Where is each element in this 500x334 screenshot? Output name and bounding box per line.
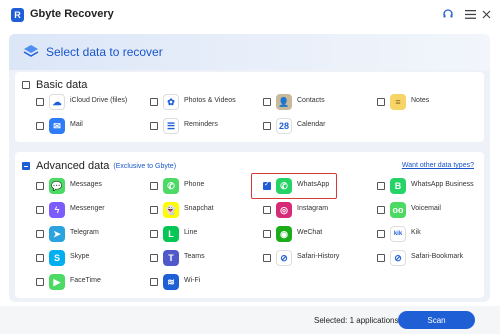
item-checkbox[interactable] — [150, 182, 158, 190]
item-checkbox[interactable] — [377, 206, 385, 214]
item-checkbox[interactable] — [150, 122, 158, 130]
recover-layers-icon — [22, 43, 40, 59]
item-checkbox[interactable] — [36, 278, 44, 286]
contacts-icon: 👤 — [276, 94, 292, 110]
cloud-icon: ☁ — [49, 94, 65, 110]
item-label: Snapchat — [184, 205, 214, 212]
wechat-icon: ◉ — [276, 226, 292, 242]
item-checkbox[interactable] — [263, 254, 271, 262]
phone-icon: ✆ — [163, 178, 179, 194]
messages-icon: 💬 — [49, 178, 65, 194]
item-label: Messages — [70, 181, 102, 188]
item-checkbox[interactable] — [377, 182, 385, 190]
selected-count: Selected: 1 applications — [314, 316, 399, 325]
whatsapp-highlight-box — [251, 173, 337, 199]
basic-data-header: Basic data — [22, 79, 87, 91]
item-label: Skype — [70, 253, 90, 260]
telegram-icon: ➤ — [49, 226, 65, 242]
basic-data-title: Basic data — [36, 79, 88, 91]
other-data-types-link[interactable]: Want other data types? — [402, 162, 474, 169]
item-checkbox[interactable] — [263, 98, 271, 106]
item-label: Voicemail — [411, 205, 441, 212]
calendar-icon: 28 — [276, 118, 292, 134]
basic-data-checkbox[interactable] — [22, 81, 30, 89]
facetime-icon: ▶ — [49, 274, 65, 290]
advanced-data-title: Advanced data — [36, 160, 110, 172]
item-label: Instagram — [297, 205, 329, 212]
item-label: Messenger — [70, 205, 105, 212]
item-checkbox[interactable] — [263, 230, 271, 238]
advanced-data-checkbox[interactable] — [22, 162, 30, 170]
item-label: Teams — [184, 253, 205, 260]
item-checkbox[interactable] — [150, 278, 158, 286]
item-checkbox[interactable] — [263, 206, 271, 214]
close-icon[interactable] — [478, 6, 494, 22]
photos-icon: ✿ — [163, 94, 179, 110]
item-label: Calendar — [297, 121, 326, 128]
item-label: Notes — [411, 97, 430, 104]
kik-icon: kik — [390, 226, 406, 242]
support-headset-icon[interactable] — [440, 6, 456, 22]
item-checkbox[interactable] — [36, 206, 44, 214]
item-label: Safari-Bookmark — [411, 253, 464, 260]
mail-icon: ✉ — [49, 118, 65, 134]
item-label: Reminders — [184, 121, 218, 128]
voicemail-icon: oo — [390, 202, 406, 218]
item-label: Kik — [411, 229, 421, 236]
item-label: Safari-History — [297, 253, 340, 260]
item-label: FaceTime — [70, 277, 101, 284]
teams-icon: T — [163, 250, 179, 266]
item-checkbox[interactable] — [377, 254, 385, 262]
safari-bookmark-icon: ⊘ — [390, 250, 406, 266]
item-label: Photos & Videos — [184, 97, 236, 104]
item-label: Mail — [70, 121, 83, 128]
item-label: Wi-Fi — [184, 277, 201, 284]
exclusive-note: (Exclusive to Gbyte) — [113, 162, 177, 170]
snapchat-icon: 👻 — [163, 202, 179, 218]
item-label: Contacts — [297, 97, 325, 104]
scan-button[interactable]: Scan — [398, 311, 475, 329]
item-label: iCloud Drive (files) — [70, 97, 128, 104]
item-label: WhatsApp Business — [411, 181, 474, 188]
instagram-icon: ◎ — [276, 202, 292, 218]
safari-icon: ⊘ — [276, 250, 292, 266]
item-checkbox[interactable] — [36, 230, 44, 238]
line-icon: L — [163, 226, 179, 242]
whatsapp-business-icon: B — [390, 178, 406, 194]
item-checkbox[interactable] — [150, 230, 158, 238]
item-label: Line — [184, 229, 198, 236]
title-bar: R Gbyte Recovery — [0, 0, 500, 30]
item-checkbox[interactable] — [36, 122, 44, 130]
item-checkbox[interactable] — [36, 98, 44, 106]
item-label: Telegram — [70, 229, 99, 236]
item-checkbox[interactable] — [36, 182, 44, 190]
item-label: WeChat — [297, 229, 323, 236]
messenger-icon: ϟ — [49, 202, 65, 218]
menu-icon[interactable] — [462, 6, 478, 22]
item-checkbox[interactable] — [150, 98, 158, 106]
app-title: Gbyte Recovery — [30, 8, 114, 20]
app-logo: R — [11, 8, 24, 22]
reminders-icon: ☰ — [163, 118, 179, 134]
wifi-icon: ≋ — [163, 274, 179, 290]
item-checkbox[interactable] — [36, 254, 44, 262]
notes-icon: ≡ — [390, 94, 406, 110]
skype-icon: S — [49, 250, 65, 266]
item-label: Phone — [184, 181, 205, 188]
banner-title: Select data to recover — [46, 45, 163, 59]
item-checkbox[interactable] — [150, 206, 158, 214]
advanced-data-header: Advanced data (Exclusive to Gbyte) — [22, 160, 176, 172]
item-checkbox[interactable] — [377, 230, 385, 238]
item-checkbox[interactable] — [377, 98, 385, 106]
item-checkbox[interactable] — [263, 122, 271, 130]
item-checkbox[interactable] — [150, 254, 158, 262]
